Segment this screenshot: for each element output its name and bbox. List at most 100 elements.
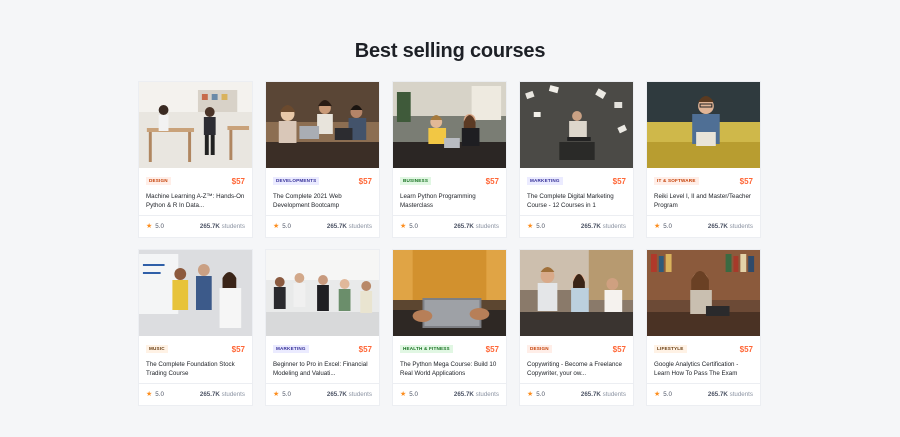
- course-price: $57: [739, 176, 753, 186]
- course-title[interactable]: Learn Python Programming Masterclass: [400, 192, 499, 210]
- students-label: students: [729, 391, 753, 398]
- course-footer: ★ 5.0 265.7K students: [520, 383, 633, 405]
- course-card[interactable]: BUSINESS $57 Learn Python Programming Ma…: [392, 81, 507, 238]
- students-number: 265.7K: [199, 223, 220, 230]
- course-title[interactable]: The Complete Foundation Stock Trading Co…: [146, 360, 245, 378]
- star-icon: ★: [146, 223, 153, 230]
- students-number: 265.7K: [453, 391, 474, 398]
- star-icon: ★: [146, 391, 153, 398]
- star-icon: ★: [400, 223, 407, 230]
- course-title[interactable]: The Complete Digital Marketing Course - …: [527, 192, 626, 210]
- course-rating: ★ 5.0: [273, 391, 291, 398]
- course-price: $57: [358, 344, 372, 354]
- course-grid: DESIGN $57 Machine Learning A-Z™: Hands-…: [138, 81, 761, 406]
- course-price: $57: [358, 176, 372, 186]
- students-count: 265.7K students: [200, 223, 245, 230]
- rating-value: 5.0: [282, 391, 291, 398]
- course-thumbnail[interactable]: [393, 82, 506, 168]
- star-icon: ★: [273, 391, 280, 398]
- course-card[interactable]: IT & SOFTWARE $57 Reiki Level I, II and …: [646, 81, 761, 238]
- students-count: 265.7K students: [327, 223, 372, 230]
- category-badge[interactable]: MARKETING: [273, 344, 309, 354]
- rating-value: 5.0: [155, 391, 164, 398]
- category-badge[interactable]: DESIGN: [527, 344, 552, 354]
- course-footer: ★ 5.0 265.7K students: [520, 215, 633, 237]
- course-footer: ★ 5.0 265.7K students: [393, 215, 506, 237]
- course-footer: ★ 5.0 265.7K students: [139, 215, 252, 237]
- students-number: 265.7K: [326, 391, 347, 398]
- rating-value: 5.0: [536, 223, 545, 230]
- course-thumbnail[interactable]: [266, 250, 379, 336]
- course-card[interactable]: DESIGN $57 Machine Learning A-Z™: Hands-…: [138, 81, 253, 238]
- course-title[interactable]: The Python Mega Course: Build 10 Real Wo…: [400, 360, 499, 378]
- course-thumbnail[interactable]: [647, 82, 760, 168]
- students-count: 265.7K students: [708, 223, 753, 230]
- students-label: students: [475, 391, 499, 398]
- students-number: 265.7K: [326, 223, 347, 230]
- students-number: 265.7K: [580, 391, 601, 398]
- students-number: 265.7K: [453, 223, 474, 230]
- course-rating: ★ 5.0: [400, 391, 418, 398]
- course-thumbnail[interactable]: [647, 250, 760, 336]
- course-rating: ★ 5.0: [527, 391, 545, 398]
- course-title[interactable]: Copywriting - Become a Freelance Copywri…: [527, 360, 626, 378]
- course-title[interactable]: Machine Learning A-Z™: Hands-On Python &…: [146, 192, 245, 210]
- course-thumbnail[interactable]: [139, 82, 252, 168]
- category-badge[interactable]: DEVELOPMENTS: [273, 176, 320, 186]
- students-count: 265.7K students: [581, 391, 626, 398]
- category-badge[interactable]: LIFESTYLE: [654, 344, 687, 354]
- course-price: $57: [612, 176, 626, 186]
- star-icon: ★: [273, 223, 280, 230]
- category-badge[interactable]: HEALTH & FITNESS: [400, 344, 453, 354]
- course-card[interactable]: MARKETING $57 Beginner to Pro in Excel: …: [265, 249, 380, 406]
- star-icon: ★: [654, 223, 661, 230]
- course-card[interactable]: MUSIC $57 The Complete Foundation Stock …: [138, 249, 253, 406]
- course-footer: ★ 5.0 265.7K students: [647, 215, 760, 237]
- students-label: students: [602, 223, 626, 230]
- course-thumbnail[interactable]: [393, 250, 506, 336]
- course-footer: ★ 5.0 265.7K students: [139, 383, 252, 405]
- course-title[interactable]: The Complete 2021 Web Development Bootca…: [273, 192, 372, 210]
- students-number: 265.7K: [199, 391, 220, 398]
- course-footer: ★ 5.0 265.7K students: [647, 383, 760, 405]
- course-title[interactable]: Google Analytics Certification - Learn H…: [654, 360, 753, 378]
- course-title[interactable]: Reiki Level I, II and Master/Teacher Pro…: [654, 192, 753, 210]
- course-thumbnail[interactable]: [139, 250, 252, 336]
- course-card[interactable]: MARKETING $57 The Complete Digital Marke…: [519, 81, 634, 238]
- students-label: students: [348, 391, 372, 398]
- course-thumbnail[interactable]: [266, 82, 379, 168]
- course-price: $57: [231, 176, 245, 186]
- category-badge[interactable]: MARKETING: [527, 176, 563, 186]
- course-price: $57: [231, 344, 245, 354]
- course-title[interactable]: Beginner to Pro in Excel: Financial Mode…: [273, 360, 372, 378]
- students-count: 265.7K students: [708, 391, 753, 398]
- category-badge[interactable]: MUSIC: [146, 344, 168, 354]
- students-count: 265.7K students: [454, 391, 499, 398]
- course-price: $57: [739, 344, 753, 354]
- course-thumbnail[interactable]: [520, 82, 633, 168]
- rating-value: 5.0: [409, 223, 418, 230]
- course-price: $57: [612, 344, 626, 354]
- students-label: students: [221, 223, 245, 230]
- rating-value: 5.0: [282, 223, 291, 230]
- course-card[interactable]: DESIGN $57 Copywriting - Become a Freela…: [519, 249, 634, 406]
- rating-value: 5.0: [663, 391, 672, 398]
- course-rating: ★ 5.0: [527, 223, 545, 230]
- course-card[interactable]: HEALTH & FITNESS $57 The Python Mega Cou…: [392, 249, 507, 406]
- course-thumbnail[interactable]: [520, 250, 633, 336]
- students-label: students: [475, 223, 499, 230]
- students-count: 265.7K students: [581, 223, 626, 230]
- course-rating: ★ 5.0: [654, 391, 672, 398]
- course-card[interactable]: DEVELOPMENTS $57 The Complete 2021 Web D…: [265, 81, 380, 238]
- category-badge[interactable]: IT & SOFTWARE: [654, 176, 699, 186]
- students-label: students: [348, 223, 372, 230]
- section-title: Best selling courses: [354, 40, 546, 62]
- students-number: 265.7K: [707, 391, 728, 398]
- category-badge[interactable]: DESIGN: [146, 176, 171, 186]
- course-rating: ★ 5.0: [273, 223, 291, 230]
- course-card[interactable]: LIFESTYLE $57 Google Analytics Certifica…: [646, 249, 761, 406]
- course-rating: ★ 5.0: [400, 223, 418, 230]
- students-number: 265.7K: [707, 223, 728, 230]
- rating-value: 5.0: [409, 391, 418, 398]
- category-badge[interactable]: BUSINESS: [400, 176, 432, 186]
